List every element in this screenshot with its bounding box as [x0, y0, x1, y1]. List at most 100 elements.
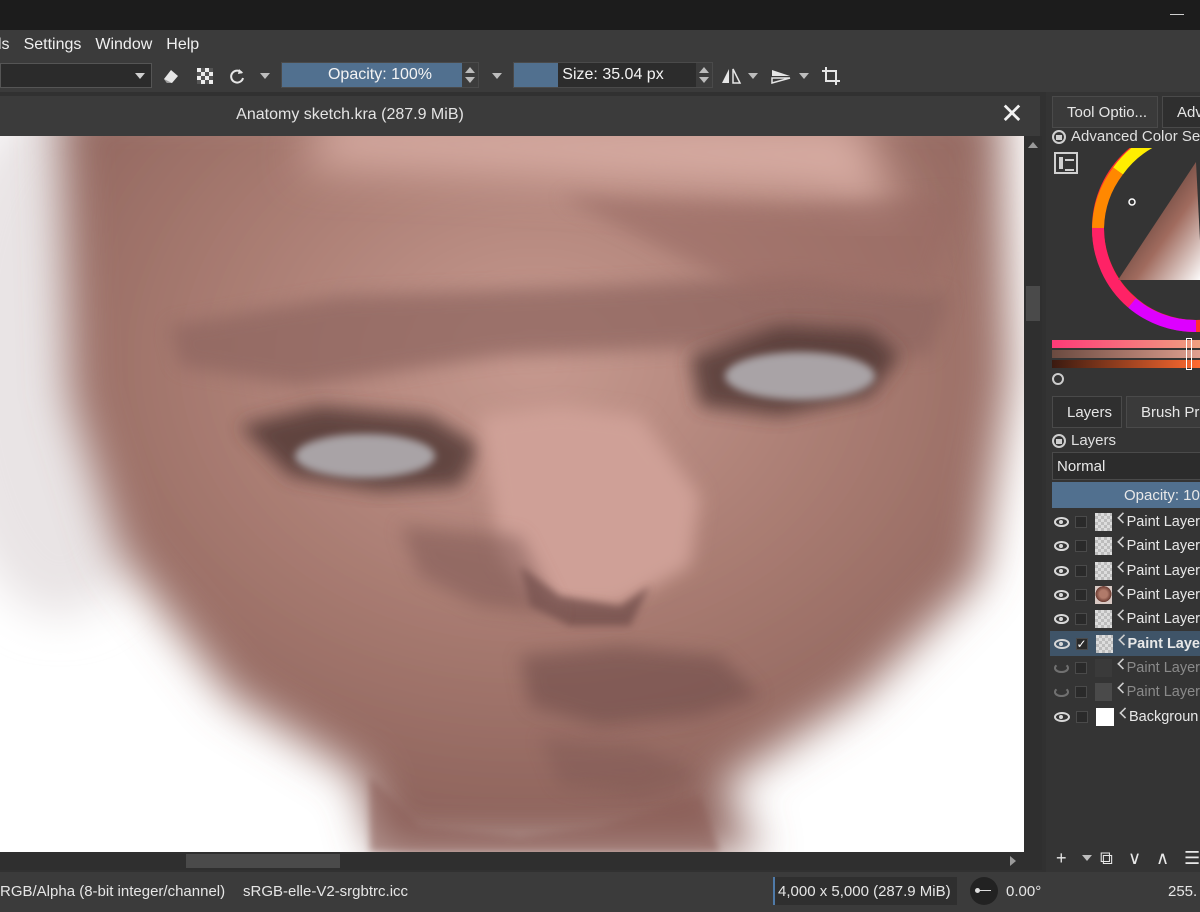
color-selector-title: Advanced Color Sele	[1071, 128, 1200, 145]
reset-color-icon[interactable]	[1052, 373, 1064, 385]
layer-checkbox[interactable]	[1075, 686, 1087, 699]
visibility-eye-icon[interactable]	[1054, 590, 1070, 601]
layer-row[interactable]: Paint Layer	[1050, 656, 1200, 680]
layer-thumbnail	[1096, 707, 1114, 726]
chevron-down-icon[interactable]	[492, 73, 502, 79]
saturation-bar[interactable]	[1052, 350, 1200, 358]
horizontal-scroll-thumb[interactable]	[186, 854, 340, 868]
rotation-value[interactable]: 0.00°	[1006, 883, 1041, 900]
visibility-eye-icon[interactable]	[1054, 711, 1070, 722]
layer-checkbox[interactable]	[1076, 710, 1088, 723]
painting-canvas[interactable]	[0, 136, 1024, 852]
layer-name: Paint Layer	[1126, 587, 1200, 604]
layer-thumbnail	[1094, 561, 1113, 580]
tab-advanced-color[interactable]: Adv	[1162, 96, 1200, 128]
rotation-icon[interactable]	[970, 877, 998, 905]
visibility-eye-icon[interactable]	[1054, 638, 1070, 649]
visibility-eye-icon[interactable]	[1054, 565, 1070, 576]
lock-icon[interactable]	[1052, 129, 1066, 144]
menu-settings[interactable]: Settings	[24, 36, 82, 54]
chevron-down-icon[interactable]	[799, 73, 809, 79]
reload-preset-icon[interactable]	[226, 65, 248, 87]
image-dimensions[interactable]: 4,000 x 5,000 (287.9 MiB)	[773, 877, 957, 905]
layer-properties-icon[interactable]: ☰	[1184, 848, 1200, 868]
move-layer-up-icon[interactable]: ∧	[1156, 848, 1169, 868]
brush-toolbar: Opacity: 100% Size: 35.04 px	[0, 60, 1200, 92]
document-title: Anatomy sketch.kra (287.9 MiB)	[236, 106, 464, 123]
layer-list: Paint Layer Paint Layer Paint Layer Paint L…	[1050, 510, 1200, 729]
vertical-scroll-thumb[interactable]	[1026, 286, 1040, 321]
color-selector-header: Advanced Color Sele	[1052, 128, 1200, 145]
tab-tool-options[interactable]: Tool Optio...	[1052, 96, 1158, 128]
layer-opacity-slider[interactable]: Opacity: 10	[1052, 482, 1200, 508]
close-icon[interactable]: ✕	[998, 99, 1026, 129]
menu-help[interactable]: Help	[166, 36, 199, 54]
visibility-eye-icon[interactable]	[1054, 517, 1070, 528]
layer-row[interactable]: Paint Layer	[1050, 510, 1200, 534]
color-selector-settings-icon[interactable]	[1054, 152, 1078, 174]
status-bar: RGB/Alpha (8-bit integer/channel) sRGB-e…	[0, 872, 1200, 912]
minimize-icon[interactable]	[1170, 14, 1184, 15]
color-bar-handle[interactable]	[1186, 338, 1192, 370]
horizontal-scrollbar[interactable]	[0, 852, 1042, 870]
layer-thumbnail	[1094, 586, 1113, 605]
add-layer-icon[interactable]: +	[1056, 848, 1067, 868]
chevron-down-icon	[135, 73, 145, 79]
layer-row[interactable]: ✓ Paint Laye	[1050, 631, 1200, 656]
layer-blend-mode-combo[interactable]: Normal	[1052, 452, 1200, 480]
visibility-eye-icon[interactable]	[1054, 687, 1070, 698]
move-layer-down-icon[interactable]: ∨	[1128, 848, 1141, 868]
lock-icon[interactable]	[1052, 433, 1066, 448]
eraser-icon[interactable]	[160, 65, 182, 87]
document-tab: Anatomy sketch.kra (287.9 MiB) ✕	[0, 96, 1040, 136]
layer-row[interactable]: Paint Layer	[1050, 559, 1200, 583]
value-bar[interactable]	[1052, 360, 1200, 368]
crop-icon[interactable]	[820, 65, 842, 87]
opacity-spinbox-icon[interactable]	[462, 63, 478, 87]
color-wheel[interactable]	[1092, 148, 1200, 338]
menu-window[interactable]: Window	[95, 36, 152, 54]
layer-checkbox[interactable]: ✓	[1075, 637, 1088, 650]
duplicate-layer-icon[interactable]: ⧉	[1100, 848, 1113, 868]
layer-row[interactable]: Paint Layer	[1050, 534, 1200, 558]
layers-header: Layers	[1052, 432, 1116, 449]
size-slider[interactable]: Size: 35.04 px	[513, 62, 713, 88]
visibility-eye-icon[interactable]	[1054, 541, 1070, 552]
layer-thumbnail	[1095, 634, 1113, 653]
hue-bar[interactable]	[1052, 340, 1200, 348]
blending-mode-combo[interactable]	[0, 63, 152, 88]
layer-checkbox[interactable]	[1075, 540, 1087, 553]
layer-row[interactable]: Paint Layer	[1050, 583, 1200, 607]
layer-checkbox[interactable]	[1075, 516, 1087, 529]
opacity-slider[interactable]: Opacity: 100%	[281, 62, 479, 88]
visibility-eye-icon[interactable]	[1054, 614, 1070, 625]
layer-name: Backgroun	[1129, 708, 1199, 725]
chevron-down-icon[interactable]	[260, 73, 270, 79]
layer-checkbox[interactable]	[1075, 661, 1087, 674]
chevron-down-icon[interactable]	[1082, 855, 1092, 861]
zoom-value[interactable]: 255.	[1168, 883, 1197, 900]
layer-name: Paint Layer	[1126, 562, 1200, 579]
tab-layers[interactable]: Layers	[1052, 396, 1122, 428]
vertical-scrollbar[interactable]	[1024, 136, 1042, 852]
layer-opacity-label: Opacity: 10	[1124, 486, 1200, 504]
opacity-slider-label: Opacity: 100%	[327, 66, 433, 83]
scroll-right-icon[interactable]	[1010, 856, 1016, 866]
alpha-lock-icon[interactable]	[194, 65, 216, 87]
mirror-horizontal-icon[interactable]	[720, 65, 742, 87]
layer-row[interactable]: Backgroun	[1050, 704, 1200, 728]
mirror-vertical-icon[interactable]	[770, 65, 792, 87]
chevron-down-icon[interactable]	[748, 73, 758, 79]
layer-row[interactable]: Paint Layer	[1050, 607, 1200, 631]
size-spinbox-icon[interactable]	[696, 63, 712, 87]
menu-tools[interactable]: ls	[0, 36, 10, 54]
layer-row[interactable]: Paint Layer	[1050, 680, 1200, 704]
layer-checkbox[interactable]	[1075, 613, 1087, 626]
tab-brush-presets[interactable]: Brush Pre	[1126, 396, 1200, 428]
layer-checkbox[interactable]	[1075, 564, 1087, 577]
layer-name: Paint Layer	[1126, 684, 1200, 701]
layer-checkbox[interactable]	[1075, 589, 1087, 602]
docker-panel: Tool Optio... Adv Advanced Color Sele La…	[1046, 92, 1200, 872]
visibility-eye-icon[interactable]	[1054, 662, 1070, 673]
scroll-up-icon[interactable]	[1028, 142, 1038, 148]
